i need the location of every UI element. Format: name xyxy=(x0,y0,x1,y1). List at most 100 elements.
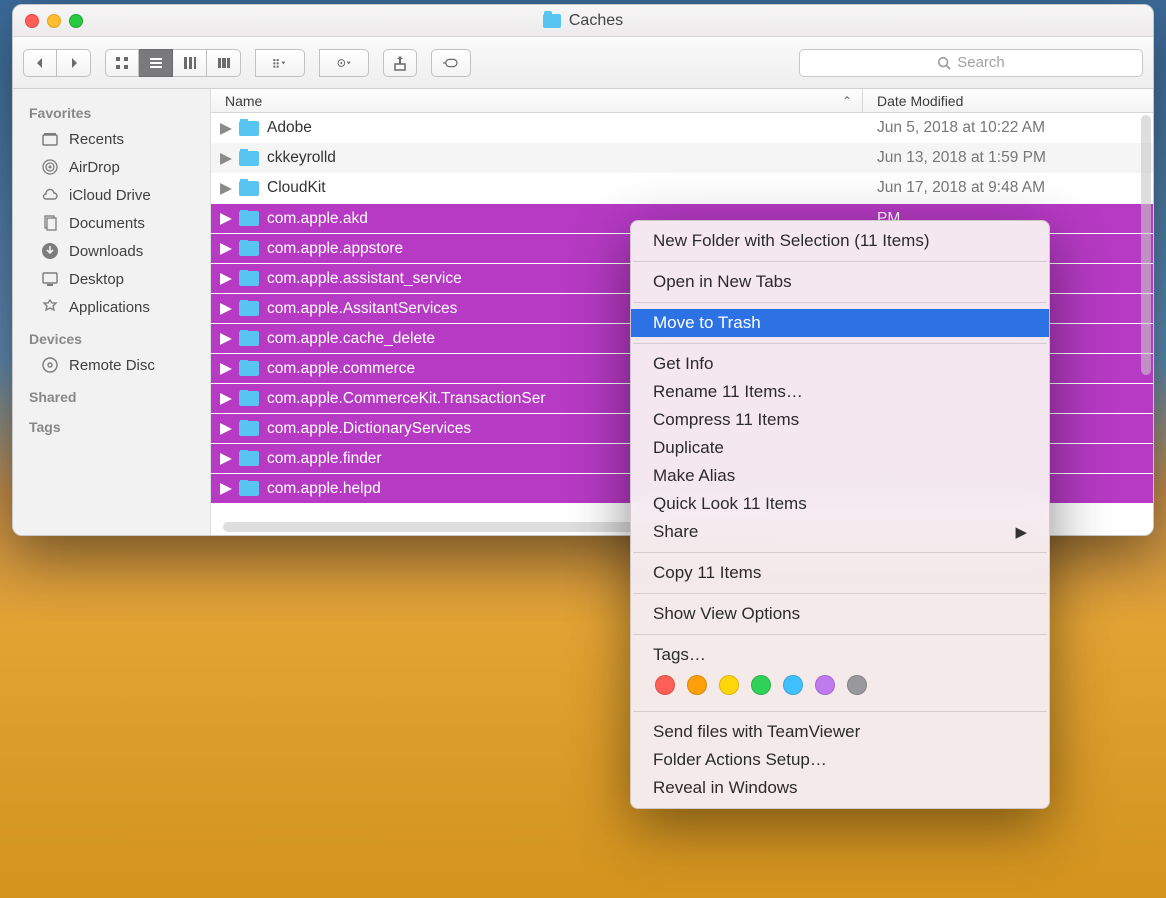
ctx-compress[interactable]: Compress 11 Items xyxy=(631,406,1049,434)
separator xyxy=(633,552,1047,553)
table-row[interactable]: ▶ckkeyrolldJun 13, 2018 at 1:59 PM xyxy=(211,143,1153,173)
ctx-rename[interactable]: Rename 11 Items… xyxy=(631,378,1049,406)
view-icon-button[interactable] xyxy=(105,49,139,77)
sidebar-item-airdrop[interactable]: AirDrop xyxy=(13,153,210,181)
sidebar-item-downloads[interactable]: Downloads xyxy=(13,237,210,265)
sidebar-item-label: Applications xyxy=(69,299,150,316)
sidebar-item-applications[interactable]: Applications xyxy=(13,293,210,321)
tag-color[interactable] xyxy=(719,675,739,695)
ctx-tags[interactable]: Tags… xyxy=(631,641,1049,669)
sidebar-item-desktop[interactable]: Desktop xyxy=(13,265,210,293)
view-gallery-button[interactable] xyxy=(207,49,241,77)
folder-icon xyxy=(239,241,259,256)
folder-icon xyxy=(239,151,259,166)
folder-icon xyxy=(239,361,259,376)
date-modified: Jun 17, 2018 at 9:48 AM xyxy=(863,179,1153,197)
sidebar-item-label: Recents xyxy=(69,131,124,148)
disclosure-triangle-icon[interactable]: ▶ xyxy=(221,123,231,133)
column-date[interactable]: Date Modified xyxy=(863,93,1153,109)
filename: CloudKit xyxy=(267,179,326,197)
separator xyxy=(633,711,1047,712)
disclosure-triangle-icon[interactable]: ▶ xyxy=(221,364,231,374)
back-button[interactable] xyxy=(23,49,57,77)
titlebar: Caches xyxy=(13,5,1153,37)
disclosure-triangle-icon[interactable]: ▶ xyxy=(221,244,231,254)
tag-color[interactable] xyxy=(751,675,771,695)
ctx-view-options[interactable]: Show View Options xyxy=(631,600,1049,628)
sidebar-section-devices: Devices xyxy=(13,327,210,351)
separator xyxy=(633,593,1047,594)
disclosure-triangle-icon[interactable]: ▶ xyxy=(221,454,231,464)
sidebar-item-recents[interactable]: Recents xyxy=(13,125,210,153)
ctx-new-folder[interactable]: New Folder with Selection (11 Items) xyxy=(631,227,1049,255)
share-button[interactable] xyxy=(383,49,417,77)
sidebar-item-label: Downloads xyxy=(69,243,143,260)
view-column-button[interactable] xyxy=(173,49,207,77)
ctx-quick-look[interactable]: Quick Look 11 Items xyxy=(631,490,1049,518)
close-button[interactable] xyxy=(25,14,39,28)
sidebar-item-documents[interactable]: Documents xyxy=(13,209,210,237)
separator xyxy=(633,343,1047,344)
sidebar-item-remote-disc[interactable]: Remote Disc xyxy=(13,351,210,379)
tags-button[interactable] xyxy=(431,49,471,77)
ctx-share[interactable]: Share▶ xyxy=(631,518,1049,546)
filename: com.apple.CommerceKit.TransactionSer xyxy=(267,390,546,408)
folder-icon xyxy=(239,121,259,136)
ctx-folder-actions[interactable]: Folder Actions Setup… xyxy=(631,746,1049,774)
documents-icon xyxy=(41,214,59,232)
disclosure-triangle-icon[interactable]: ▶ xyxy=(221,424,231,434)
filename: Adobe xyxy=(267,119,312,137)
minimize-button[interactable] xyxy=(47,14,61,28)
tag-color[interactable] xyxy=(687,675,707,695)
disclosure-triangle-icon[interactable]: ▶ xyxy=(221,183,231,193)
ctx-teamviewer[interactable]: Send files with TeamViewer xyxy=(631,718,1049,746)
disclosure-triangle-icon[interactable]: ▶ xyxy=(221,214,231,224)
sidebar-item-label: Remote Disc xyxy=(69,357,155,374)
sidebar-item-icloud[interactable]: iCloud Drive xyxy=(13,181,210,209)
context-menu: New Folder with Selection (11 Items) Ope… xyxy=(630,220,1050,809)
date-modified: Jun 13, 2018 at 1:59 PM xyxy=(863,149,1153,167)
vertical-scrollbar[interactable] xyxy=(1141,115,1151,375)
disclosure-triangle-icon[interactable]: ▶ xyxy=(221,153,231,163)
sidebar-item-label: AirDrop xyxy=(69,159,120,176)
disclosure-triangle-icon[interactable]: ▶ xyxy=(221,484,231,494)
folder-icon xyxy=(239,271,259,286)
table-row[interactable]: ▶ Adobe Jun 5, 2018 at 10:22 AM xyxy=(211,113,1153,143)
window-title: Caches xyxy=(543,12,623,30)
separator xyxy=(633,302,1047,303)
tag-color[interactable] xyxy=(815,675,835,695)
action-button[interactable] xyxy=(319,49,369,77)
arrange-group xyxy=(255,49,305,77)
folder-icon xyxy=(239,421,259,436)
ctx-duplicate[interactable]: Duplicate xyxy=(631,434,1049,462)
airdrop-icon xyxy=(41,158,59,176)
sidebar-section-tags: Tags xyxy=(13,415,210,439)
disclosure-triangle-icon[interactable]: ▶ xyxy=(221,334,231,344)
tag-color[interactable] xyxy=(783,675,803,695)
ctx-get-info[interactable]: Get Info xyxy=(631,350,1049,378)
folder-icon xyxy=(239,211,259,226)
ctx-open-tabs[interactable]: Open in New Tabs xyxy=(631,268,1049,296)
ctx-copy[interactable]: Copy 11 Items xyxy=(631,559,1049,587)
tag-color[interactable] xyxy=(655,675,675,695)
table-row[interactable]: ▶ CloudKit Jun 17, 2018 at 9:48 AM xyxy=(211,173,1153,203)
ctx-move-trash[interactable]: Move to Trash xyxy=(631,309,1049,337)
zoom-button[interactable] xyxy=(69,14,83,28)
tag-color[interactable] xyxy=(847,675,867,695)
search-field[interactable]: Search xyxy=(799,49,1143,77)
date-modified: Jun 5, 2018 at 10:22 AM xyxy=(863,119,1153,137)
sidebar-section-shared: Shared xyxy=(13,385,210,409)
view-list-button[interactable] xyxy=(139,49,173,77)
sidebar-item-label: Desktop xyxy=(69,271,124,288)
disclosure-triangle-icon[interactable]: ▶ xyxy=(221,304,231,314)
disclosure-triangle-icon[interactable]: ▶ xyxy=(221,274,231,284)
ctx-reveal[interactable]: Reveal in Windows xyxy=(631,774,1049,802)
ctx-make-alias[interactable]: Make Alias xyxy=(631,462,1049,490)
arrange-button[interactable] xyxy=(255,49,305,77)
tag-color-row xyxy=(631,669,1049,705)
column-name[interactable]: Name⌃ xyxy=(211,89,863,112)
forward-button[interactable] xyxy=(57,49,91,77)
applications-icon xyxy=(41,298,59,316)
folder-icon xyxy=(239,481,259,496)
disclosure-triangle-icon[interactable]: ▶ xyxy=(221,394,231,404)
